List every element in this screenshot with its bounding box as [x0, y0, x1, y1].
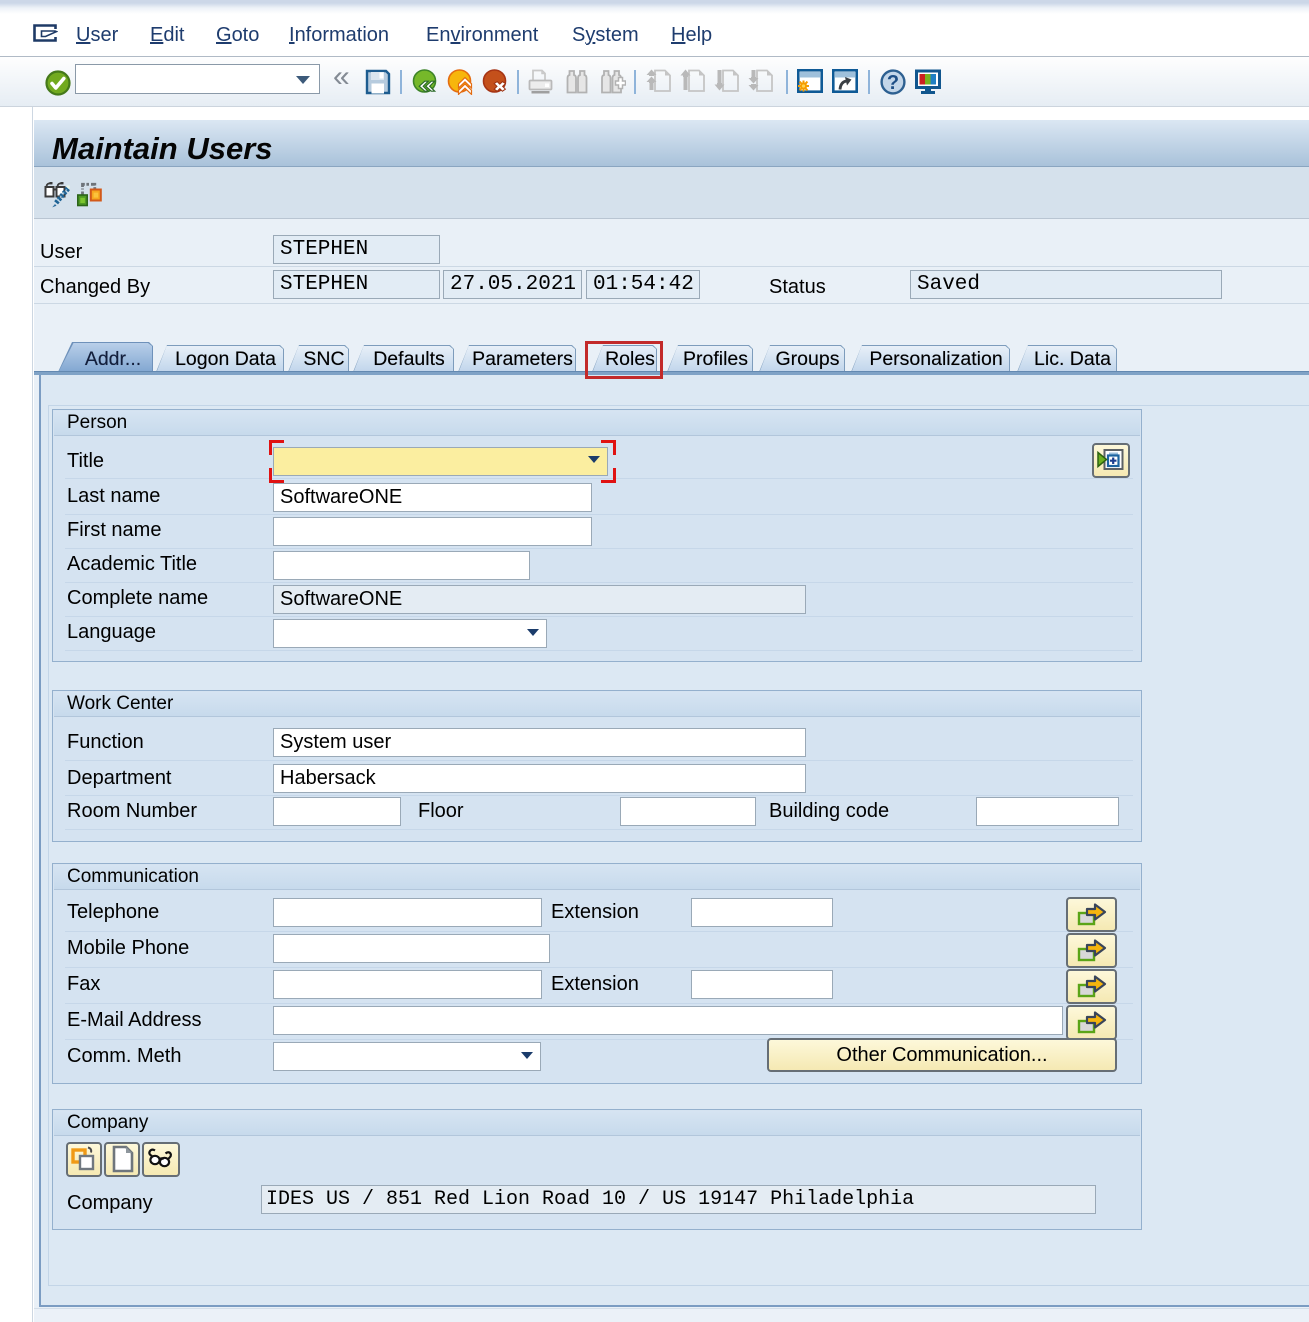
svg-text:?: ? — [887, 72, 899, 94]
